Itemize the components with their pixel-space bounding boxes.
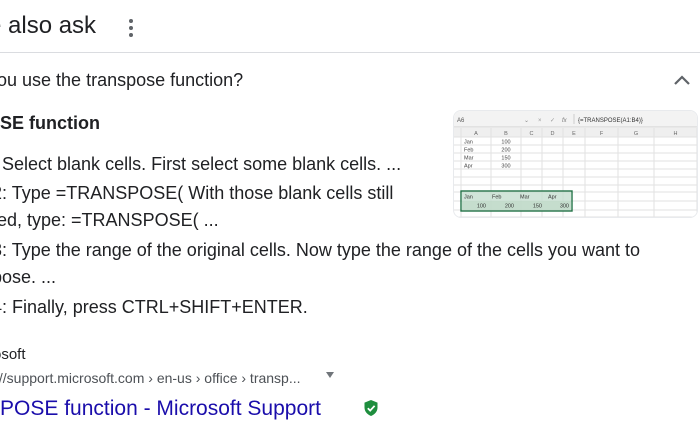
column-header: G bbox=[634, 131, 638, 137]
column-header: C bbox=[530, 131, 534, 137]
transposed-month: Apr bbox=[548, 195, 557, 201]
transposed-value: 150 bbox=[533, 204, 542, 210]
cell-value: 300 bbox=[501, 164, 510, 170]
source-site-name: rosoft bbox=[0, 346, 26, 363]
answer-step: 2: Type =TRANSPOSE( With those blank cel… bbox=[0, 183, 394, 203]
transposed-month: Jan bbox=[464, 195, 473, 201]
cell-value: 150 bbox=[501, 156, 510, 162]
column-header: H bbox=[674, 131, 678, 137]
svg-text:⌄: ⌄ bbox=[524, 118, 529, 124]
svg-text:✓: ✓ bbox=[550, 118, 555, 124]
question-text[interactable]: you use the transpose function? bbox=[0, 70, 243, 91]
answer-step: 4: Finally, press CTRL+SHIFT+ENTER. bbox=[0, 297, 308, 317]
excel-thumbnail[interactable]: A6 ⌄ × ✓ fx {=TRANSPOSE(A1:B4)} ABCDEFGH… bbox=[453, 110, 698, 218]
section-title: e also ask bbox=[0, 12, 97, 39]
answer-step: ted, type: =TRANSPOSE( ... bbox=[0, 210, 219, 230]
transposed-value: 200 bbox=[505, 204, 514, 210]
column-header: B bbox=[504, 131, 508, 137]
answer-step: : Select blank cells. First select some … bbox=[0, 154, 402, 174]
verified-shield-icon bbox=[364, 400, 378, 416]
name-box: A6 bbox=[457, 118, 465, 124]
transposed-month: Feb bbox=[492, 195, 501, 201]
cell-month: Apr bbox=[464, 164, 473, 170]
answer-step: pose. ... bbox=[0, 267, 57, 287]
answer-step: 3: Type the range of the original cells.… bbox=[0, 240, 641, 260]
answer-heading: OSE function bbox=[0, 113, 100, 133]
cell-month: Jan bbox=[464, 140, 473, 146]
column-header: A bbox=[474, 131, 478, 137]
cell-month: Mar bbox=[464, 156, 474, 162]
result-link[interactable]: SPOSE function - Microsoft Support bbox=[0, 397, 321, 421]
column-header: E bbox=[572, 131, 576, 137]
transposed-value: 100 bbox=[477, 204, 486, 210]
transposed-value: 300 bbox=[560, 204, 569, 210]
svg-text:×: × bbox=[538, 118, 542, 124]
cell-value: 100 bbox=[501, 140, 510, 146]
kebab-menu-icon[interactable] bbox=[124, 17, 138, 39]
column-header: D bbox=[551, 131, 555, 137]
formula-text: {=TRANSPOSE(A1:B4)} bbox=[578, 118, 643, 124]
divider bbox=[0, 52, 700, 53]
cell-value: 200 bbox=[501, 148, 510, 154]
transposed-month: Mar bbox=[520, 195, 530, 201]
caret-down-icon[interactable] bbox=[326, 372, 334, 378]
cell-month: Feb bbox=[464, 148, 473, 154]
source-url[interactable]: s://support.microsoft.com › en-us › offi… bbox=[0, 370, 301, 386]
chevron-up-icon[interactable] bbox=[672, 72, 692, 88]
